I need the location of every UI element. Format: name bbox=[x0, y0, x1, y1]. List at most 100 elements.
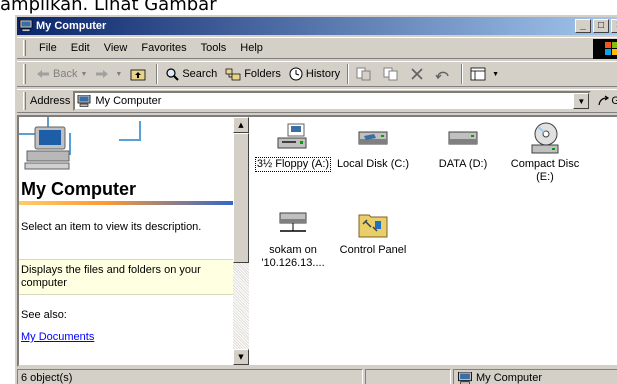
panel-hint: Select an item to view its description. bbox=[21, 221, 202, 233]
search-label: Search bbox=[182, 68, 218, 80]
menu-view[interactable]: View bbox=[97, 42, 135, 54]
history-icon bbox=[289, 67, 303, 81]
my-computer-icon bbox=[19, 20, 33, 32]
folders-label: Folders bbox=[244, 68, 281, 80]
panel-scrollbar[interactable]: ▲ ▼ bbox=[233, 117, 249, 365]
address-dropdown-button[interactable]: ▼ bbox=[573, 93, 590, 109]
hard-disk-icon bbox=[358, 131, 388, 145]
hard-disk-icon bbox=[448, 131, 478, 145]
my-documents-link[interactable]: My Documents bbox=[21, 331, 94, 344]
menu-grip[interactable] bbox=[23, 40, 26, 56]
network-drive-icon bbox=[279, 212, 307, 232]
search-icon bbox=[166, 68, 180, 81]
status-zone-label: My Computer bbox=[476, 372, 543, 384]
menu-file[interactable]: File bbox=[32, 42, 64, 54]
back-label: Back bbox=[53, 68, 78, 80]
drive-item-network[interactable]: sokam on '10.126.13.... bbox=[253, 207, 333, 270]
scroll-down-button[interactable]: ▼ bbox=[233, 349, 249, 365]
drive-item-floppy[interactable]: 3½ Floppy (A:) bbox=[253, 121, 333, 172]
delete-icon bbox=[411, 68, 423, 80]
drive-label: DATA (D:) bbox=[438, 158, 488, 170]
toolbar-grip[interactable] bbox=[23, 64, 26, 84]
undo-button[interactable] bbox=[431, 63, 458, 85]
toolbar-separator bbox=[461, 64, 464, 84]
delete-button[interactable] bbox=[406, 63, 431, 85]
go-arrow-icon bbox=[598, 95, 610, 106]
copy-to-button[interactable] bbox=[379, 63, 406, 85]
forward-dropdown-icon[interactable]: ▼ bbox=[115, 71, 122, 78]
file-view: 3½ Floppy (A:) Local Disk (C:) DATA (D:)… bbox=[249, 117, 617, 365]
windows-logo-icon bbox=[593, 39, 617, 59]
drive-label: sokam on '10.126.13.... bbox=[261, 244, 325, 269]
forward-button[interactable]: ▼ bbox=[91, 63, 126, 85]
see-also-label: See also: bbox=[21, 309, 67, 321]
maximize-button[interactable]: □ bbox=[593, 19, 609, 33]
folder-item-control-panel[interactable]: Control Panel bbox=[333, 207, 413, 257]
views-button[interactable]: ▼ bbox=[466, 63, 503, 85]
address-input[interactable]: My Computer ▼ bbox=[73, 91, 592, 111]
drive-item-local-c[interactable]: Local Disk (C:) bbox=[333, 121, 413, 171]
drive-item-compact-disc[interactable]: Compact Disc (E:) bbox=[505, 121, 585, 184]
menu-help[interactable]: Help bbox=[233, 42, 270, 54]
address-bar: Address My Computer ▼ Go bbox=[17, 89, 617, 113]
status-object-count: 6 object(s) bbox=[17, 369, 363, 384]
go-button[interactable]: Go bbox=[597, 95, 617, 107]
address-value: My Computer bbox=[95, 95, 162, 107]
my-computer-icon bbox=[458, 371, 472, 384]
menu-bar: File Edit View Favorites Tools Help bbox=[17, 37, 617, 59]
my-computer-icon bbox=[77, 95, 91, 107]
status-zone: My Computer bbox=[453, 369, 617, 384]
views-dropdown-icon[interactable]: ▼ bbox=[492, 71, 499, 78]
content-area: My Computer Select an item to view its d… bbox=[17, 115, 617, 367]
back-arrow-icon bbox=[37, 70, 49, 78]
menu-edit[interactable]: Edit bbox=[64, 42, 97, 54]
web-view-banner: My Computer bbox=[19, 117, 233, 205]
floppy-drive-icon bbox=[277, 123, 307, 149]
folders-icon bbox=[225, 68, 241, 81]
banner-stripe bbox=[19, 201, 233, 205]
history-label: History bbox=[305, 68, 341, 80]
cd-drive-icon bbox=[531, 122, 559, 154]
folder-label: Control Panel bbox=[339, 244, 407, 256]
window-title: My Computer bbox=[36, 20, 107, 32]
scroll-thumb[interactable] bbox=[233, 133, 249, 263]
back-button[interactable]: Back ▼ bbox=[32, 63, 91, 85]
web-view-panel: My Computer Select an item to view its d… bbox=[19, 117, 233, 365]
drive-label: Local Disk (C:) bbox=[336, 158, 410, 170]
search-button[interactable]: Search bbox=[161, 63, 221, 85]
address-label: Address bbox=[30, 95, 71, 107]
control-panel-icon bbox=[358, 214, 388, 238]
menu-favorites[interactable]: Favorites bbox=[134, 42, 193, 54]
standard-toolbar: Back ▼ ▼ Search Folders History ▼ bbox=[17, 61, 617, 87]
up-button[interactable] bbox=[126, 63, 153, 85]
status-bar: 6 object(s) My Computer bbox=[17, 369, 617, 384]
move-to-button[interactable] bbox=[352, 63, 379, 85]
menu-tools[interactable]: Tools bbox=[194, 42, 234, 54]
back-dropdown-icon[interactable]: ▼ bbox=[80, 71, 87, 78]
folders-button[interactable]: Folders bbox=[221, 63, 285, 85]
folder-up-icon bbox=[130, 69, 146, 81]
title-bar[interactable]: My Computer _ □ × bbox=[17, 17, 617, 35]
views-icon bbox=[470, 67, 486, 81]
move-to-icon bbox=[356, 67, 371, 81]
panel-heading: My Computer bbox=[21, 179, 137, 199]
drive-label: 3½ Floppy (A:) bbox=[254, 157, 332, 172]
copy-to-icon bbox=[383, 67, 398, 81]
panel-info-text: Displays the files and folders on your c… bbox=[21, 264, 201, 289]
computer-banner-icon bbox=[19, 117, 141, 170]
status-blank-panel bbox=[365, 369, 451, 384]
close-button[interactable]: × bbox=[611, 19, 617, 33]
scroll-up-button[interactable]: ▲ bbox=[233, 117, 249, 133]
minimize-button[interactable]: _ bbox=[575, 19, 591, 33]
undo-icon bbox=[435, 71, 449, 80]
panel-info-box: Displays the files and folders on your c… bbox=[19, 259, 233, 295]
forward-arrow-icon bbox=[96, 70, 109, 78]
history-button[interactable]: History bbox=[285, 63, 344, 85]
page-caption: ampilkan. Lihat Gambar bbox=[0, 0, 217, 15]
address-grip[interactable] bbox=[23, 92, 26, 110]
drive-label: Compact Disc (E:) bbox=[510, 158, 580, 183]
toolbar-separator bbox=[156, 64, 159, 84]
explorer-window: My Computer _ □ × File Edit View Favorit… bbox=[14, 14, 617, 384]
drive-item-data-d[interactable]: DATA (D:) bbox=[423, 121, 503, 171]
toolbar-separator bbox=[347, 64, 350, 84]
